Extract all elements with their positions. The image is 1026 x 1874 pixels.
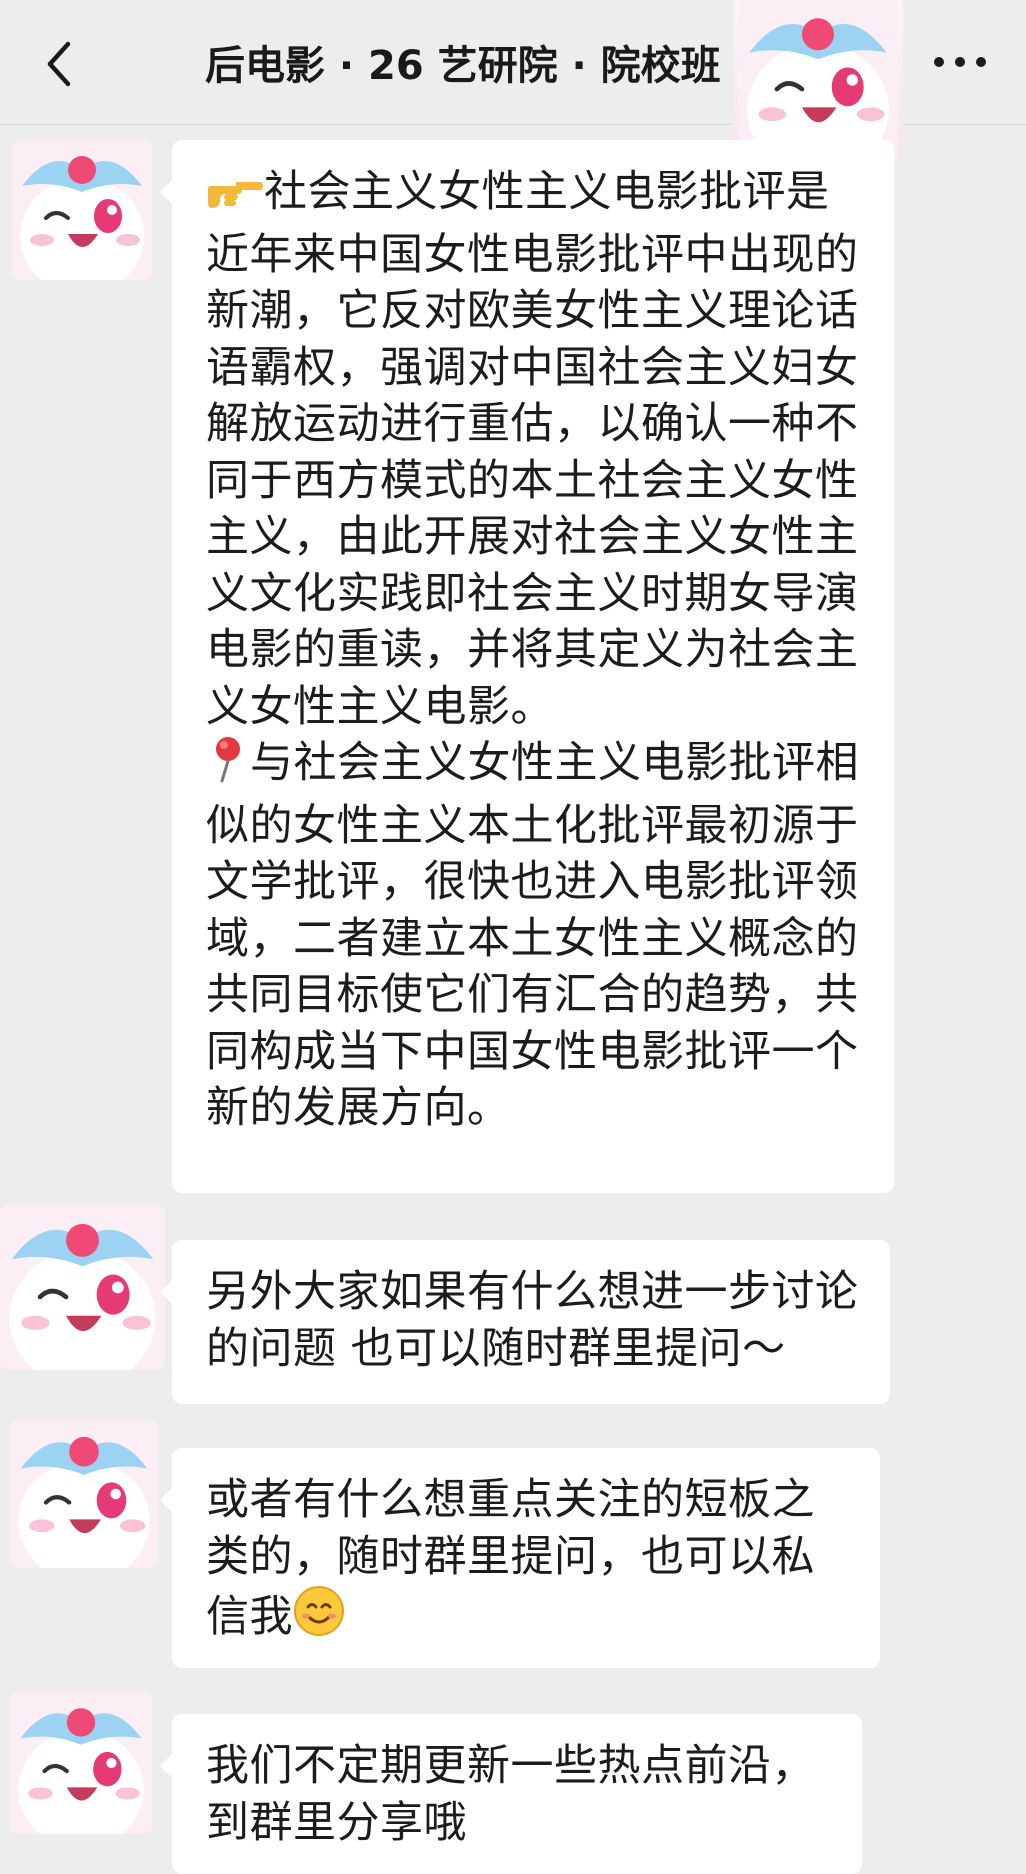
sender-avatar[interactable] <box>0 1205 165 1370</box>
message-bubble[interactable]: 另外大家如果有什么想进一步讨论的问题 也可以随时群里提问～ <box>160 1240 890 1404</box>
more-options-icon[interactable] <box>934 56 986 68</box>
message-bubble[interactable]: 社会主义女性主义电影批评是近年来中国女性电影批评中出现的新潮，它反对欧美女性主义… <box>160 140 894 1193</box>
sender-avatar[interactable] <box>10 1420 158 1568</box>
message-paragraph-2: 与社会主义女性主义电影批评相似的女性主义本土化批评最初源于文学批评，很快也进入电… <box>206 738 859 1133</box>
message-text: 社会主义女性主义电影批评是近年来中国女性电影批评中出现的新潮，它反对欧美女性主义… <box>206 164 870 1137</box>
pushpin-emoji-icon <box>206 735 250 798</box>
header-avatar-sticker <box>733 0 903 160</box>
back-arrow-icon[interactable] <box>42 40 76 88</box>
chat-header: 后电影 · 26 艺研院 · 院校班 <box>0 0 1026 160</box>
message-bubble[interactable]: 或者有什么想重点关注的短板之类的，随时群里提问，也可以私信我 <box>160 1448 880 1668</box>
message-text: 我们不定期更新一些热点前沿，到群里分享哦 <box>206 1741 815 1848</box>
sender-avatar[interactable] <box>12 140 152 280</box>
message-text: 另外大家如果有什么想进一步讨论的问题 也可以随时群里提问～ <box>206 1267 859 1374</box>
pointing-hand-emoji-icon <box>206 170 264 227</box>
message-paragraph-1: 社会主义女性主义电影批评是近年来中国女性电影批评中出现的新潮，它反对欧美女性主义… <box>206 167 859 732</box>
message-text: 或者有什么想重点关注的短板之类的，随时群里提问，也可以私信我 <box>206 1472 856 1652</box>
chat-title: 后电影 · 26 艺研院 · 院校班 <box>205 43 721 89</box>
sender-avatar[interactable] <box>10 1692 152 1834</box>
smiling-face-emoji-icon <box>293 1585 345 1652</box>
message-bubble[interactable]: 我们不定期更新一些热点前沿，到群里分享哦 <box>160 1714 862 1874</box>
